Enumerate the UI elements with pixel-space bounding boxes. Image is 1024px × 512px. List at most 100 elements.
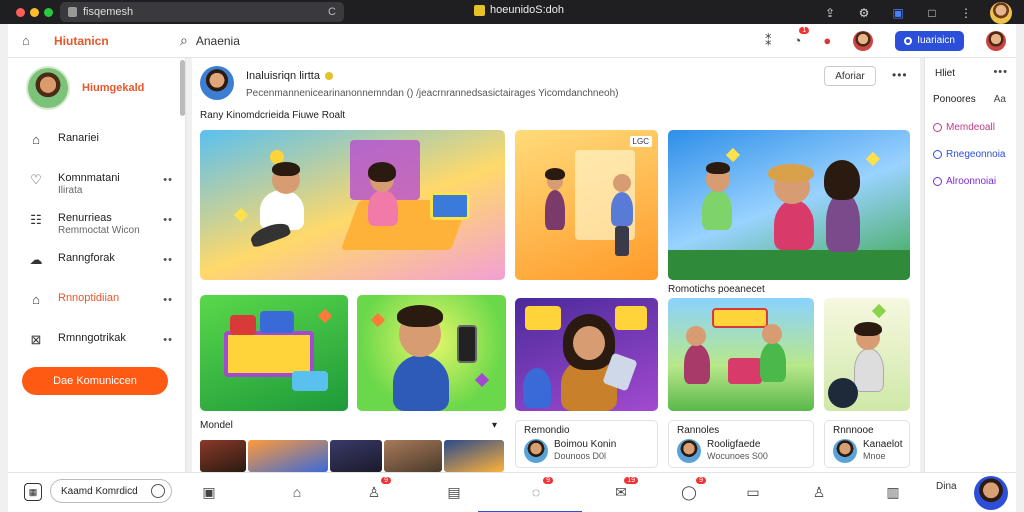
more-icon[interactable]: •• [163, 294, 173, 306]
creator-avatar [524, 439, 548, 463]
section-expand-icon[interactable]: ▾ [492, 420, 497, 431]
tab-overview-icon[interactable]: □ [922, 3, 942, 23]
media-tile[interactable] [515, 298, 658, 411]
follow-button[interactable]: Aforiar [824, 66, 876, 86]
app-brand[interactable]: Hiutanicn [54, 34, 109, 48]
panel-item-label: Rnegeonnoia [946, 149, 1006, 160]
media-tile[interactable] [200, 295, 348, 411]
sidebar-item-home[interactable]: ⌂ Ranariei [8, 132, 185, 172]
sidebar-item-communities[interactable]: ♡ Komnmatani Ilirata •• [8, 172, 185, 212]
inbox-icon[interactable]: ▥ [884, 483, 902, 501]
search-text: Anaenia [195, 33, 240, 48]
main-content: Inaluisriqn lirtta Pecenmannenicearinano… [192, 58, 920, 472]
more-icon[interactable]: •• [163, 214, 173, 226]
video-thumb[interactable] [444, 440, 504, 472]
creator-meta: Mnoe [863, 451, 886, 461]
top-search[interactable]: ⌕ Anaenia [180, 32, 240, 49]
browser-tab[interactable]: hoeunidoS:doh [474, 4, 564, 16]
friend-avatar[interactable] [853, 30, 874, 51]
close-window-button[interactable] [16, 7, 25, 17]
sidebar-profile[interactable]: Hiumgekald [26, 66, 185, 110]
media-tile[interactable] [824, 298, 910, 411]
app-topbar: ⌂ Hiutanicn ⌕ Anaenia ⁑ ◔ 1 ● Iuariaicn [8, 24, 1016, 58]
share-icon[interactable]: ⇪ [820, 3, 840, 23]
home-icon[interactable]: ⌂ [288, 483, 306, 501]
channel-avatar[interactable] [200, 66, 234, 100]
creator-name: Boimou Konin [554, 439, 617, 450]
creator-card[interactable]: Rannoles Rooligfaede Wocunoes S00 [668, 420, 814, 468]
media-tile[interactable] [200, 130, 505, 280]
user-avatar[interactable] [986, 30, 1006, 51]
sort-value[interactable]: Aa [994, 94, 1006, 105]
user-avatar[interactable] [974, 476, 1008, 510]
creator-card[interactable]: Remondio Boimou Konin Dounoos D0l [515, 420, 658, 468]
dock-search-input[interactable]: Kaamd Komrdicd [50, 479, 172, 503]
book-icon[interactable]: ▤ [445, 483, 463, 501]
image-icon[interactable]: ▣ [200, 483, 218, 501]
more-icon[interactable]: •• [163, 254, 173, 266]
calendar-icon[interactable]: ▭ [744, 483, 762, 501]
sidebar-item-projects[interactable]: ⊠ Rmnngotrikak •• [8, 332, 185, 372]
reload-icon[interactable]: C [328, 6, 336, 18]
flag-icon[interactable]: ● [823, 33, 831, 48]
section-title: Mondel [200, 420, 233, 431]
more-icon[interactable]: •• [163, 334, 173, 346]
minimize-window-button[interactable] [30, 7, 39, 17]
primary-action-button[interactable]: Iuariaicn [895, 30, 964, 51]
bell-icon[interactable]: ♙ 9 [365, 477, 391, 501]
extensions-icon[interactable]: ⚙ [854, 3, 874, 23]
grid-icon[interactable]: ▦ [24, 483, 42, 501]
me-label[interactable]: Dina [936, 481, 957, 492]
sidebar-item-label: Rnnoptidiian [58, 292, 120, 304]
video-thumb[interactable] [330, 440, 382, 472]
profile-name: Hiumgekald [82, 82, 145, 94]
settings-icon[interactable]: ⁑ [765, 33, 772, 49]
video-thumb[interactable] [384, 440, 442, 472]
maximize-window-button[interactable] [44, 7, 53, 17]
scrollbar-thumb[interactable] [179, 60, 185, 116]
creator-name: Kanaelot [863, 439, 903, 450]
sidebar-item-resources[interactable]: ☷ Renurrieas Remmoctat Wicon •• [8, 212, 185, 252]
video-thumb[interactable] [248, 440, 328, 472]
message-icon[interactable]: ◯ 9 [680, 477, 706, 501]
sidebar-item-sub: Remmoctat Wicon [58, 225, 140, 236]
menu-icon[interactable]: ⋮ [956, 3, 976, 23]
media-tile[interactable] [357, 295, 506, 411]
browser-profile-avatar[interactable] [990, 2, 1012, 24]
notification-badge: 1 [799, 27, 810, 34]
panel-item[interactable]: Rnegeonnoia [933, 149, 1006, 160]
more-options-icon[interactable]: ••• [993, 66, 1008, 78]
sort-label[interactable]: Ponoores [933, 94, 976, 105]
profile-avatar [26, 66, 70, 110]
panel-item-label: Alroonnoiai [946, 176, 997, 187]
chat-icon[interactable]: ◌ 9 [527, 477, 553, 501]
creator-card[interactable]: Rnnnooe Kanaelot Mnoe [824, 420, 910, 468]
plus-icon [904, 36, 913, 45]
sidebar-scrollbar[interactable] [178, 58, 186, 358]
sidebar-toggle-icon[interactable]: ▣ [888, 3, 908, 23]
tile-badge: LGC [629, 136, 652, 147]
video-thumb[interactable] [200, 440, 246, 472]
bell-icon[interactable]: ◔ 1 [793, 27, 810, 48]
house-icon: ⌂ [32, 132, 40, 147]
media-tile[interactable] [668, 130, 910, 280]
address-bar[interactable]: fisqemesh C [60, 2, 344, 22]
more-options-icon[interactable]: ••• [892, 68, 908, 82]
sidebar-item-events[interactable]: ⌂ Rnnoptidiian •• [8, 292, 185, 332]
window-controls [16, 7, 53, 17]
lock-icon [68, 7, 77, 17]
join-community-button[interactable]: Dae Komuniccen [22, 367, 168, 395]
media-tile[interactable] [668, 298, 814, 411]
panel-item[interactable]: Memdeoall [933, 122, 995, 133]
person-icon[interactable]: ♙ [810, 483, 828, 501]
panel-item[interactable]: Alroonnoiai [933, 176, 996, 187]
badge: 19 [624, 477, 638, 484]
media-tile[interactable]: LGC [515, 130, 658, 280]
home-icon[interactable]: ⌂ [22, 33, 36, 48]
search-icon [151, 484, 165, 498]
mail-icon[interactable]: ✉ 19 [612, 477, 638, 501]
sidebar-item-programs[interactable]: ☁ Ranngforak •• [8, 252, 185, 292]
more-icon[interactable]: •• [163, 174, 173, 186]
channel-title: Inaluisriqn lirtta [246, 70, 320, 82]
channel-description: Pecenmannenicearinanonnemndan () /jeacrn… [246, 88, 619, 99]
